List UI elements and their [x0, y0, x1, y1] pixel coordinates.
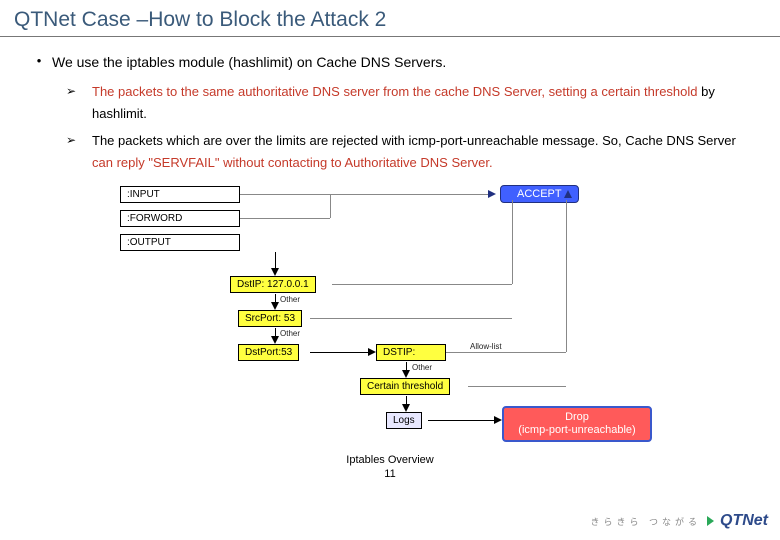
content-area: • We use the iptables module (hashlimit)… [0, 37, 780, 480]
chevron-right-icon: ➢ [66, 81, 92, 98]
node-input: :INPUT [120, 186, 240, 203]
iptables-diagram: :INPUT :FORWORD :OUTPUT ACCEPT DstIP: 12… [110, 182, 670, 452]
page-number: 11 [26, 468, 754, 480]
sub-item-2: The packets which are over the limits ar… [92, 130, 754, 174]
node-threshold: Certain threshold [360, 378, 450, 395]
diagram-caption: Iptables Overview [26, 454, 754, 466]
slide-title: QTNet Case –How to Block the Attack 2 [0, 0, 780, 37]
node-dstport: DstPort:53 [238, 344, 299, 361]
bullet-icon: • [26, 51, 52, 68]
label-other-2: Other [280, 329, 300, 338]
sub-item-1: The packets to the same authoritative DN… [92, 81, 754, 125]
brand-logo: QTNet [720, 512, 768, 530]
footer-brand: きらきら つながる QTNet [590, 512, 768, 530]
node-logs: Logs [386, 412, 422, 429]
node-forward: :FORWORD [120, 210, 240, 227]
node-drop: Drop (icmp-port-unreachable) [502, 406, 652, 442]
triangle-icon [707, 516, 714, 526]
label-other-1: Other [280, 295, 300, 304]
label-other-3: Other [412, 363, 432, 372]
node-dstip-lo: DstIP: 127.0.0.1 [230, 276, 316, 293]
footer-tagline: きらきら つながる [590, 515, 701, 528]
node-output: :OUTPUT [120, 234, 240, 251]
node-dstip: DSTIP: [376, 344, 446, 361]
node-srcport: SrcPort: 53 [238, 310, 302, 327]
label-allowlist: Allow-list [470, 342, 502, 351]
bullet-text: We use the iptables module (hashlimit) o… [52, 51, 446, 73]
chevron-right-icon: ➢ [66, 130, 92, 147]
